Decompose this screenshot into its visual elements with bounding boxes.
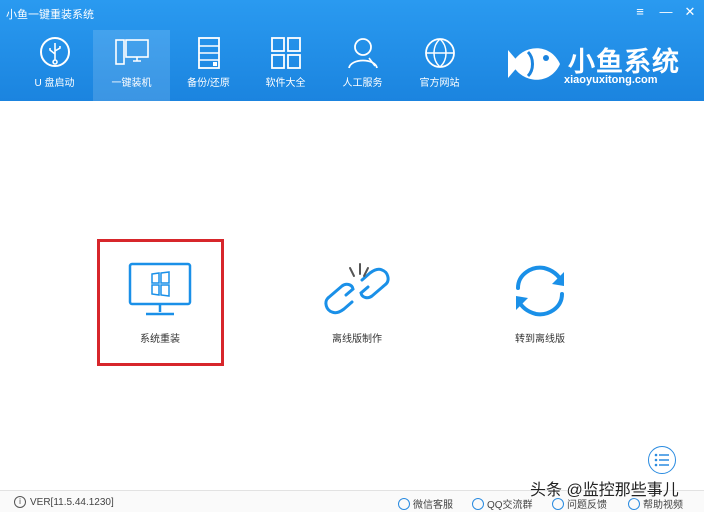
option-label: 离线版制作 xyxy=(332,334,382,345)
version-text: VER[11.5.44.1230] xyxy=(30,496,114,508)
version-info: i VER[11.5.44.1230] xyxy=(14,496,114,508)
info-icon: i xyxy=(14,496,26,508)
refresh-arrows-icon xyxy=(516,265,564,317)
nav-official-site[interactable]: 官方网站 xyxy=(401,30,478,101)
nav-usb-boot[interactable]: U 盘启动 xyxy=(16,30,93,101)
nav-label: 软件大全 xyxy=(265,78,306,89)
windows-monitor-icon xyxy=(128,262,192,316)
apps-grid-icon xyxy=(270,37,301,69)
wechat-support-link[interactable]: 微信客服 xyxy=(398,496,453,511)
option-switch-offline[interactable]: 转到离线版 xyxy=(508,262,572,345)
brand-url: xiaoyuxitong.com xyxy=(564,74,658,86)
cabinet-icon xyxy=(197,37,220,69)
nav-label: U 盘启动 xyxy=(34,78,75,89)
brand-logo: 小鱼系统 xiaoyuxitong.com xyxy=(506,34,696,94)
close-button[interactable]: ✕ xyxy=(680,4,700,20)
link-label: 微信客服 xyxy=(413,500,453,511)
broken-link-icon xyxy=(324,263,390,315)
computer-icon xyxy=(114,39,149,65)
window-title: 小鱼一键重装系统 xyxy=(6,9,94,21)
option-label: 转到离线版 xyxy=(515,334,565,345)
header-bar: 小鱼一键重装系统 ≡ — ✕ U 盘启动 一键装机 备份/还原 软件大全 人工服… xyxy=(0,0,704,101)
menu-icon[interactable]: ≡ xyxy=(630,4,650,19)
option-label: 系统重装 xyxy=(140,334,180,345)
minimize-button[interactable]: — xyxy=(656,4,676,19)
list-menu-button[interactable] xyxy=(648,446,676,474)
link-label: QQ交流群 xyxy=(487,500,533,511)
nav-one-click-install[interactable]: 一键装机 xyxy=(93,30,170,101)
option-system-reinstall[interactable]: 系统重装 xyxy=(128,262,192,345)
option-offline-make[interactable]: 离线版制作 xyxy=(320,262,394,345)
usb-icon xyxy=(39,37,70,67)
globe-icon xyxy=(424,38,455,68)
qq-group-link[interactable]: QQ交流群 xyxy=(472,496,533,511)
list-icon xyxy=(654,453,669,467)
fish-logo-icon xyxy=(508,48,560,80)
nav-label: 备份/还原 xyxy=(187,78,230,89)
nav-label: 一键装机 xyxy=(111,78,152,89)
nav-label: 人工服务 xyxy=(342,78,383,89)
nav-software[interactable]: 软件大全 xyxy=(247,30,324,101)
nav-label: 官方网站 xyxy=(419,78,460,89)
watermark-text: 头条 @监控那些事儿 xyxy=(530,482,679,499)
qq-icon xyxy=(472,497,484,510)
wechat-icon xyxy=(398,497,410,510)
nav-backup-restore[interactable]: 备份/还原 xyxy=(170,30,247,101)
main-nav: U 盘启动 一键装机 备份/还原 软件大全 人工服务 官方网站 xyxy=(16,30,478,101)
support-person-icon xyxy=(347,38,378,69)
nav-manual-service[interactable]: 人工服务 xyxy=(324,30,401,101)
